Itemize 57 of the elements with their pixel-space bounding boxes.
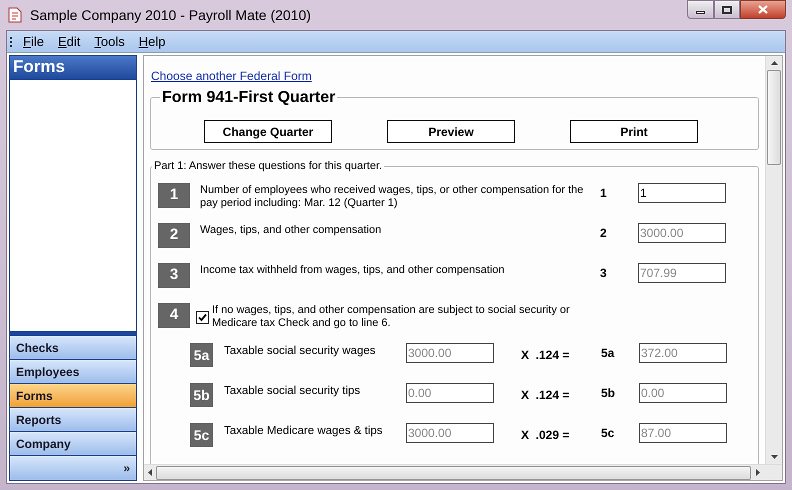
nav-item[interactable]: Forms xyxy=(10,384,136,408)
line-description: Number of employees who received wages, tips, or other compensation for the pay period including: Mar. 12 (Quarter 1) xyxy=(200,183,584,210)
checkbox[interactable] xyxy=(196,311,209,324)
multiplier-label: X .124 = xyxy=(521,387,570,404)
scroll-left-icon[interactable] xyxy=(148,469,152,476)
line-label: 2 xyxy=(600,225,608,242)
line-number-badge: 4 xyxy=(158,303,190,328)
menu-item[interactable]: File xyxy=(16,32,51,52)
close-icon xyxy=(758,5,768,14)
app-icon xyxy=(8,7,22,23)
scroll-up-icon[interactable] xyxy=(770,61,778,65)
scroll-thumb[interactable] xyxy=(767,70,781,165)
multiplier-label: X .124 = xyxy=(521,347,570,364)
line-description: Income tax withheld from wages, tips, and other compensation xyxy=(200,263,506,277)
line-number-badge: 5a xyxy=(190,343,213,367)
nav-item[interactable]: Company xyxy=(10,432,136,456)
form-button[interactable]: Change Quarter xyxy=(204,120,332,143)
line-description: Taxable social security wages xyxy=(224,344,376,358)
nav-item[interactable]: Checks xyxy=(10,336,136,360)
nav-item[interactable]: Reports xyxy=(10,408,136,432)
line-label: 5c xyxy=(601,425,616,442)
sidebar-header: Forms xyxy=(10,56,136,80)
line-description: Taxable Medicare wages & tips xyxy=(224,424,384,438)
horizontal-scrollbar[interactable] xyxy=(144,464,782,480)
value-field[interactable]: 1 xyxy=(638,183,726,203)
line-number-badge: 1 xyxy=(158,183,190,208)
nav-item[interactable]: Employees xyxy=(10,360,136,384)
window-title: Sample Company 2010 - Payroll Mate (2010) xyxy=(30,6,311,25)
vertical-scrollbar[interactable] xyxy=(765,56,782,464)
federal-form-link[interactable]: Choose another Federal Form xyxy=(151,69,312,83)
scroll-down-icon[interactable] xyxy=(770,455,778,459)
line-description: Wages, tips, and other compensation xyxy=(200,223,382,237)
line-number-badge: 3 xyxy=(158,263,190,288)
menu-item[interactable]: Help xyxy=(132,32,172,52)
minimize-button[interactable] xyxy=(687,0,714,19)
scroll-thumb[interactable] xyxy=(156,466,751,480)
line-number-badge: 2 xyxy=(158,223,190,248)
line-number-badge: 5c xyxy=(190,423,213,447)
close-button[interactable] xyxy=(740,0,786,19)
line-label: 3 xyxy=(600,265,608,282)
line-label: 5a xyxy=(601,345,616,362)
form-title: Form 941-First Quarter xyxy=(160,89,338,107)
grip-icon xyxy=(10,36,13,48)
part-legend: Part 1: Answer these questions for this quarter. xyxy=(152,159,384,173)
menu-item[interactable]: Tools xyxy=(87,32,132,52)
line-description: If no wages, tips, and other compensation are subject to social security or Medicare tax Check and go to line 6. xyxy=(212,303,571,330)
form-button[interactable]: Preview xyxy=(387,120,515,143)
line-description: Taxable social security tips xyxy=(224,384,362,398)
multiplier-label: X .029 = xyxy=(521,427,570,444)
scroll-right-icon[interactable] xyxy=(756,469,760,476)
line-label: 1 xyxy=(600,185,608,202)
menu-item[interactable]: Edit xyxy=(50,32,88,52)
line-number-badge: 5b xyxy=(190,383,213,407)
form-button[interactable]: Print xyxy=(570,120,698,143)
line-label: 5b xyxy=(601,385,616,402)
expand-chevron[interactable]: » xyxy=(123,462,130,474)
maximize-button[interactable] xyxy=(714,0,740,19)
